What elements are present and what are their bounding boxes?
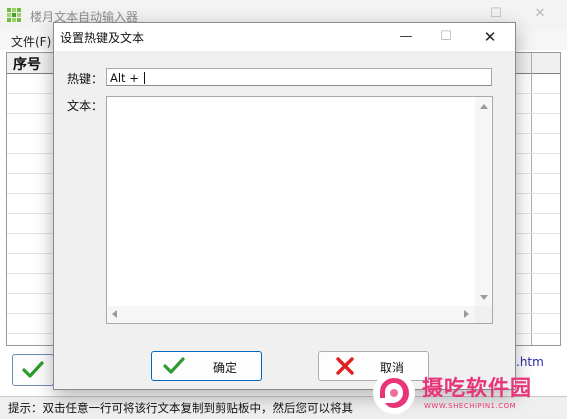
text-input[interactable]	[106, 96, 493, 324]
check-icon	[22, 361, 44, 378]
app-icon	[7, 8, 21, 22]
column-header-seq[interactable]: 序号	[13, 54, 41, 74]
status-text: 提示：双击任意一行可将该行文本复制到剪贴板中，然后您可以将其	[8, 401, 353, 415]
menu-file[interactable]: 文件(F)	[11, 33, 51, 50]
hotkey-dialog: 设置热键及文本 — ☐ ✕ 热键： Alt + 文本： 确定 取消	[53, 22, 516, 390]
watermark-brand: 摄吃软件园	[422, 376, 532, 400]
text-caret	[143, 72, 145, 84]
vertical-scrollbar[interactable]	[475, 97, 492, 307]
scroll-left-icon[interactable]	[112, 310, 117, 318]
check-icon	[163, 357, 185, 374]
grid-column-divider	[531, 53, 532, 345]
watermark: 摄吃软件园 WWW.SHECHIPIN1.COM	[372, 368, 567, 418]
close-icon[interactable]: ✕	[532, 6, 548, 22]
close-icon[interactable]: ✕	[479, 27, 501, 47]
ok-button[interactable]: 确定	[151, 351, 262, 381]
scroll-up-icon[interactable]	[480, 104, 488, 109]
hotkey-label: 热键：	[67, 72, 104, 86]
watermark-url: WWW.SHECHIPIN1.COM	[424, 402, 517, 410]
main-add-button[interactable]	[12, 354, 54, 386]
scroll-right-icon[interactable]	[464, 310, 469, 318]
ok-button-label: 确定	[213, 361, 238, 375]
hotkey-value: Alt +	[110, 71, 143, 85]
dialog-title-bar: 设置热键及文本 — ☐ ✕	[54, 23, 515, 51]
help-link[interactable]: .htm	[516, 355, 544, 369]
maximize-icon[interactable]: ☐	[488, 6, 504, 22]
text-label: 文本：	[67, 99, 104, 113]
scroll-down-icon[interactable]	[480, 295, 488, 300]
x-icon	[336, 357, 354, 375]
scroll-corner	[475, 306, 492, 323]
horizontal-scrollbar[interactable]	[107, 306, 475, 323]
maximize-icon[interactable]: ☐	[435, 27, 457, 47]
minimize-icon[interactable]: —	[395, 27, 417, 47]
logo-icon	[373, 372, 415, 414]
hotkey-input[interactable]: Alt +	[106, 68, 492, 86]
dialog-title: 设置热键及文本	[60, 31, 145, 45]
